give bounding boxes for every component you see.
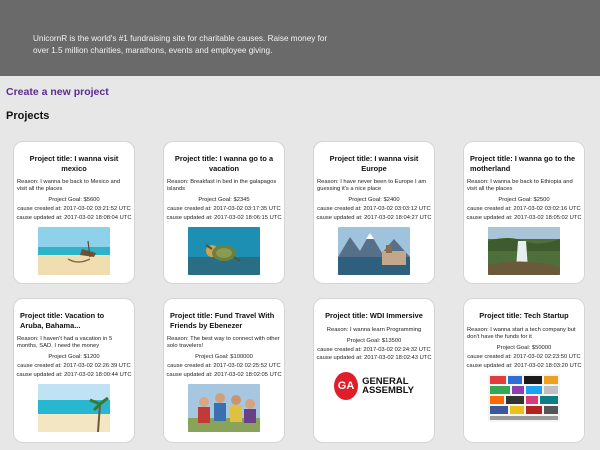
project-goal: Project Goal: $100000 [195, 354, 253, 361]
project-goal: Project Goal: $2500 [498, 197, 550, 204]
project-title[interactable]: Project title: Tech Startup [470, 311, 578, 321]
alpine-lake-village-photo [338, 226, 410, 275]
project-updated: cause updated at: 2017-03-02 18:03:20 UT… [466, 362, 582, 369]
project-goal: Project Goal: $2400 [348, 197, 400, 204]
waterfall-photo [488, 226, 560, 275]
project-updated: cause updated at: 2017-03-02 18:02:43 UT… [316, 355, 432, 362]
project-reason: Reason: I wanna start a tech company but… [467, 326, 576, 340]
project-reason: Reason: I wanna learn Programming [326, 326, 422, 333]
project-goal: Project Goal: $13500 [346, 337, 402, 344]
hero-banner: UnicornR is the world's #1 fundraising s… [0, 0, 600, 76]
project-created: cause created at: 2017-03-02 03:21:52 UT… [17, 206, 131, 213]
project-reason: Reason: I have never been to Europe I am… [317, 179, 427, 193]
project-updated: cause updated at: 2017-03-02 18:08:04 UT… [16, 215, 132, 221]
projects-heading: Projects [6, 110, 50, 122]
project-created: cause created at: 2017-03-02 03:02:16 UT… [467, 206, 581, 213]
project-created: cause created at: 2017-03-02 02:24:32 UT… [317, 346, 431, 353]
project-card[interactable]: Project title: Vacation to Aruba, Bahama… [13, 298, 135, 443]
project-created: cause created at: 2017-03-02 02:26:39 UT… [17, 363, 131, 370]
tropical-beach-photo [38, 383, 110, 432]
hero-description: UnicornR is the world's #1 fundraising s… [33, 34, 328, 55]
sea-turtle-photo [188, 226, 260, 275]
project-title[interactable]: Project title: I wanna go to the motherl… [470, 154, 578, 173]
create-project-link[interactable]: Create a new project [6, 86, 109, 98]
project-updated: cause updated at: 2017-03-02 18:05:02 UT… [466, 215, 582, 221]
project-card[interactable]: Project title: WDI Immersive Reason: I w… [313, 298, 435, 443]
project-title[interactable]: Project title: I wanna visit Europe [320, 154, 428, 173]
startup-logos-collage [488, 374, 560, 423]
project-reason: Reason: Breakfast in bed in the galapago… [167, 179, 277, 193]
project-goal: Project Goal: $1200 [48, 354, 100, 361]
project-created: cause created at: 2017-03-02 02:25:52 UT… [167, 363, 281, 370]
project-updated: cause updated at: 2017-03-02 18:06:15 UT… [166, 215, 282, 221]
friends-group-photo [188, 383, 260, 432]
project-title[interactable]: Project title: WDI Immersive [320, 311, 428, 321]
project-updated: cause updated at: 2017-03-02 18:00:44 UT… [16, 372, 132, 378]
project-reason: Reason: The best way to connect with oth… [167, 336, 280, 350]
project-created: cause created at: 2017-03-02 02:23:50 UT… [467, 353, 581, 360]
beach-hammock-photo [38, 226, 110, 275]
project-reason: Reason: I wanna be back to Mexico and vi… [17, 179, 121, 193]
project-created: cause created at: 2017-03-02 03:17:35 UT… [167, 206, 281, 213]
project-title[interactable]: Project title: I wanna go to a vacation [170, 154, 278, 173]
project-goal: Project Goal: $2345 [198, 197, 250, 204]
project-updated: cause updated at: 2017-03-02 18:02:05 UT… [166, 372, 282, 378]
project-created: cause created at: 2017-03-02 03:03:12 UT… [317, 206, 431, 213]
project-card[interactable]: Project title: I wanna visit Europe Reas… [313, 141, 435, 284]
ga-mark: GA [334, 372, 359, 401]
general-assembly-logo: GA GENERAL ASSEMBLY [334, 371, 414, 401]
project-updated: cause updated at: 2017-03-02 18:04:27 UT… [316, 215, 432, 221]
project-title[interactable]: Project title: Fund Travel With Friends … [170, 311, 278, 330]
project-card[interactable]: Project title: I wanna visit mexico Reas… [13, 141, 135, 284]
project-goal: Project Goal: $50000 [496, 344, 552, 351]
project-title[interactable]: Project title: I wanna visit mexico [20, 154, 128, 173]
project-title[interactable]: Project title: Vacation to Aruba, Bahama… [20, 311, 128, 330]
project-card[interactable]: Project title: I wanna go to the motherl… [463, 141, 585, 284]
project-reason: Reason: I wanna be back to Ethiopia and … [467, 179, 573, 193]
ga-word-assembly: ASSEMBLY [362, 385, 414, 397]
project-reason: Reason: I haven't had a vacation in 5 mo… [17, 336, 113, 350]
project-card[interactable]: Project title: Tech Startup Reason: I wa… [463, 298, 585, 443]
project-card[interactable]: Project title: Fund Travel With Friends … [163, 298, 285, 443]
project-card[interactable]: Project title: I wanna go to a vacation … [163, 141, 285, 284]
project-goal: Project Goal: $5600 [48, 197, 100, 204]
